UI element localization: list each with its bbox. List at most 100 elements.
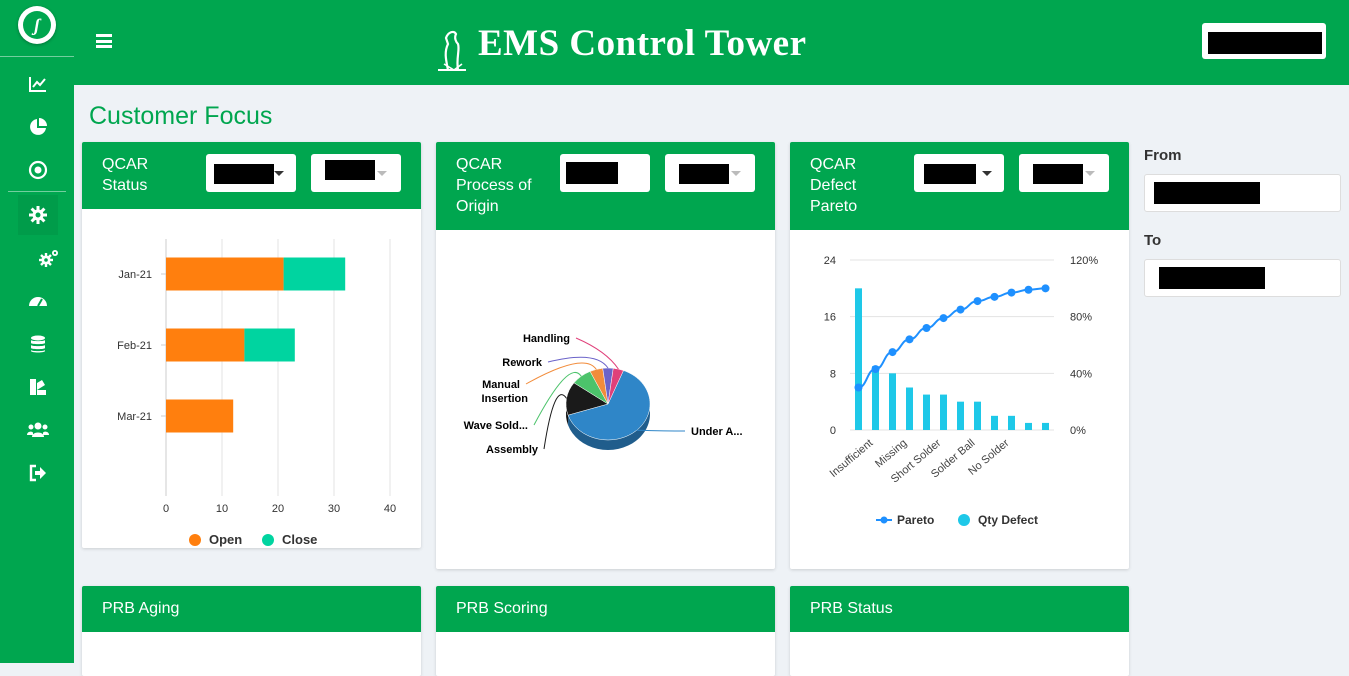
pareto-bar bbox=[991, 415, 998, 430]
card-header: QCAR Process of Origin bbox=[436, 142, 775, 230]
nav-gear[interactable] bbox=[18, 195, 58, 235]
card-header: QCAR Status bbox=[82, 142, 421, 209]
y2-tick-label: 0% bbox=[1070, 425, 1086, 437]
nav-target[interactable] bbox=[18, 150, 58, 190]
pareto-point bbox=[973, 297, 982, 306]
nav-database[interactable] bbox=[18, 324, 58, 364]
pie-chart-icon bbox=[30, 118, 47, 135]
year-select[interactable] bbox=[311, 154, 401, 192]
legend-label: Qty Defect bbox=[978, 513, 1038, 527]
chevron-down-icon bbox=[731, 171, 741, 176]
logo-mark: ʃ bbox=[23, 11, 51, 39]
customer-select[interactable] bbox=[914, 154, 1004, 192]
card-title-line: QCAR bbox=[102, 156, 149, 173]
year-select[interactable] bbox=[665, 154, 755, 192]
pie-label: Handling bbox=[523, 333, 570, 345]
x-tick-label: 30 bbox=[328, 503, 340, 515]
y-tick-label: 0 bbox=[830, 425, 836, 437]
nav-pie-chart[interactable] bbox=[18, 107, 58, 147]
chevron-down-icon bbox=[377, 171, 387, 176]
nav-gears[interactable] bbox=[28, 238, 68, 278]
year-select[interactable] bbox=[1019, 154, 1109, 192]
card-title: QCAR Status bbox=[102, 154, 148, 196]
card-title-line: Origin bbox=[456, 198, 499, 215]
bar-open bbox=[166, 257, 284, 291]
chevron-down-icon bbox=[1085, 171, 1095, 176]
bar-open bbox=[166, 399, 234, 433]
pie-label: Assembly bbox=[486, 444, 539, 456]
x-tick-label: 0 bbox=[163, 503, 169, 515]
qcar-pareto-chart: 0 0%8 40%16 80%24 120%InsufficientMissingSho… bbox=[824, 255, 1099, 527]
pareto-point bbox=[888, 348, 897, 357]
pareto-point bbox=[871, 365, 880, 374]
qcar-process-chart: Under A... Assembly Wave Sold... Manual Inse… bbox=[464, 333, 743, 456]
nav-swatch[interactable] bbox=[18, 367, 58, 407]
pareto-bar bbox=[974, 401, 981, 430]
card-title: PRB Aging bbox=[102, 600, 180, 617]
pie-label: Wave Sold... bbox=[464, 420, 528, 432]
to-label: To bbox=[1144, 232, 1162, 249]
bar-close bbox=[283, 257, 346, 291]
users-icon bbox=[27, 422, 49, 437]
card-title-line: Process of bbox=[456, 177, 532, 194]
qcar-pareto-card: QCAR Defect Pareto 0 0% 8 40% 16 80% 24 120% Ins… bbox=[790, 142, 1129, 569]
app-logo[interactable]: ʃ bbox=[18, 6, 56, 44]
sign-out-icon bbox=[29, 464, 46, 482]
pie-leader-line bbox=[547, 356, 609, 369]
customer-select[interactable] bbox=[206, 154, 296, 192]
pareto-bar bbox=[957, 401, 964, 430]
nav-line-chart[interactable] bbox=[18, 64, 58, 104]
to-date-input[interactable] bbox=[1144, 259, 1341, 297]
pie-leader-line bbox=[575, 337, 619, 370]
redacted-value bbox=[325, 160, 375, 180]
from-date-input[interactable] bbox=[1144, 174, 1341, 212]
customer-select[interactable] bbox=[560, 154, 650, 192]
nav-users[interactable] bbox=[16, 410, 56, 450]
pareto-bar bbox=[940, 394, 947, 430]
redacted-value bbox=[924, 164, 976, 184]
swatch-icon bbox=[30, 379, 46, 395]
redacted-value bbox=[1159, 267, 1265, 289]
bar-close bbox=[244, 328, 295, 362]
y-tick-label: Mar-21 bbox=[117, 411, 152, 423]
nav-dashboard[interactable] bbox=[18, 281, 58, 321]
menu-toggle-icon[interactable] bbox=[96, 34, 112, 48]
nav-logout[interactable] bbox=[18, 453, 58, 493]
pareto-point bbox=[956, 305, 965, 314]
card-header: PRB Scoring bbox=[436, 586, 775, 632]
gear-icon bbox=[29, 206, 47, 224]
sidebar: ʃ bbox=[0, 0, 74, 663]
legend-label: Pareto bbox=[897, 513, 934, 527]
y2-tick-label: 120% bbox=[1070, 255, 1098, 267]
legend-swatch bbox=[958, 514, 970, 526]
x-tick-label: 20 bbox=[272, 503, 284, 515]
x-tick-label: Insufficient bbox=[828, 437, 876, 480]
y-tick-label: Jan-21 bbox=[118, 269, 152, 281]
pareto-point bbox=[990, 292, 999, 301]
user-badge[interactable] bbox=[1202, 23, 1326, 59]
card-title-line: QCAR bbox=[456, 156, 503, 173]
pareto-point bbox=[905, 335, 914, 344]
sidebar-divider bbox=[0, 56, 74, 57]
card-title-line: Defect bbox=[810, 177, 857, 194]
pareto-point bbox=[1007, 288, 1016, 297]
legend-label: Close bbox=[282, 532, 317, 547]
pareto-point bbox=[922, 324, 931, 332]
pareto-point bbox=[939, 314, 948, 323]
card-header: PRB Status bbox=[790, 586, 1129, 632]
legend-swatch bbox=[880, 516, 888, 524]
pareto-bar bbox=[1042, 422, 1049, 430]
card-title: QCAR Defect Pareto bbox=[810, 154, 857, 217]
redacted-user bbox=[1208, 32, 1322, 54]
pie-label: Rework bbox=[502, 357, 543, 369]
redacted-value bbox=[566, 162, 618, 184]
card-title: PRB Scoring bbox=[456, 600, 548, 617]
card-title: QCAR Process of Origin bbox=[456, 154, 532, 217]
y2-tick-label: 40% bbox=[1070, 368, 1092, 380]
pareto-bar bbox=[1025, 422, 1032, 430]
card-title-line: Pareto bbox=[810, 198, 858, 215]
redacted-value bbox=[1033, 164, 1083, 184]
qcar-status-card: QCAR Status 0 10 20 30 40 Jan-21 Feb-21 Mar-21 … bbox=[82, 142, 421, 548]
y2-tick-label: 80% bbox=[1070, 312, 1092, 324]
x-tick-label: 40 bbox=[384, 503, 396, 515]
